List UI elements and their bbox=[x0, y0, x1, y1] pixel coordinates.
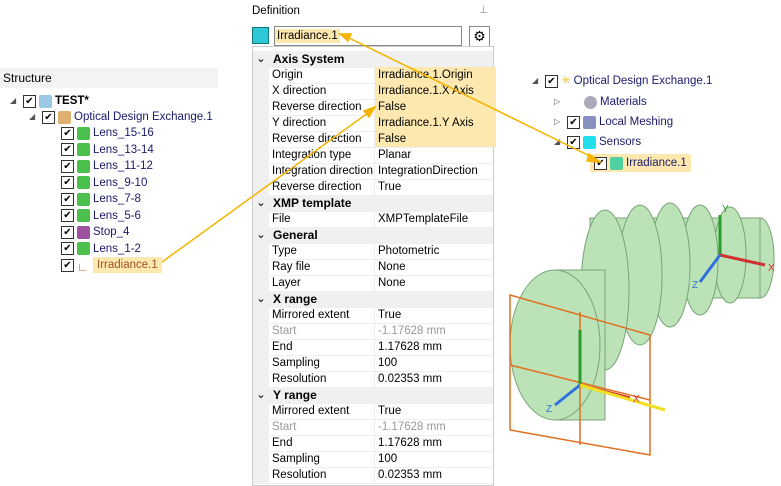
callout-arrows bbox=[161, 33, 603, 263]
y-axis-label: Y bbox=[722, 204, 729, 215]
lens-assembly-3d[interactable] bbox=[509, 202, 775, 421]
overlay: X X Y Z Z bbox=[161, 33, 775, 456]
z-axis-label: Z bbox=[546, 404, 552, 415]
z-axis-label: Z bbox=[692, 280, 698, 291]
x-axis-label: X bbox=[633, 394, 640, 405]
x-axis-label: X bbox=[768, 263, 775, 274]
